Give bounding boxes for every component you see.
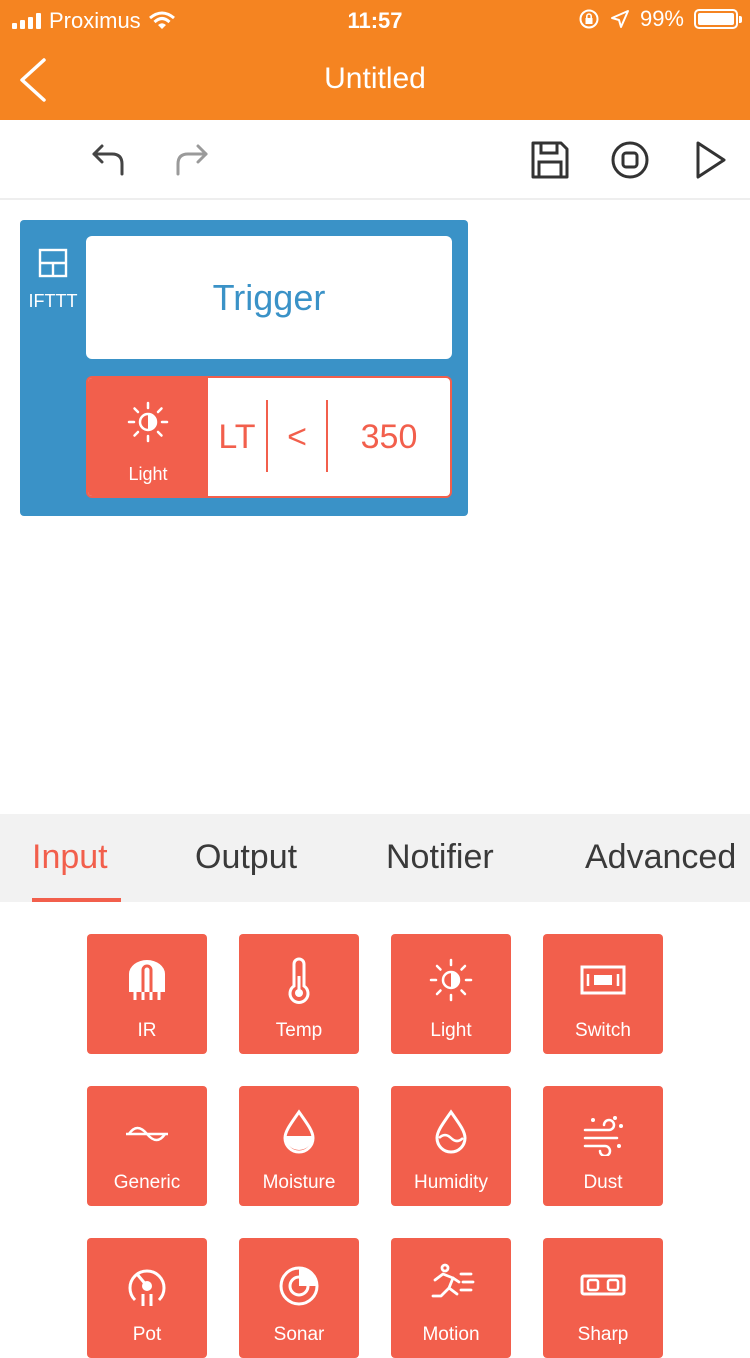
play-button[interactable] bbox=[690, 138, 734, 182]
redo-icon bbox=[176, 144, 208, 176]
sensor-tile-pot[interactable]: Pot bbox=[87, 1238, 207, 1358]
switch-icon bbox=[580, 965, 626, 995]
ifttt-block[interactable]: IFTTT Trigger Light LT < 350 bbox=[20, 220, 468, 516]
undo-button[interactable] bbox=[88, 138, 132, 182]
tab-input[interactable]: Input bbox=[32, 838, 108, 877]
ifttt-label: IFTTT bbox=[28, 291, 78, 311]
top-bar: Proximus 11:57 99% Untitled bbox=[0, 0, 750, 120]
sensor-label: Pot bbox=[132, 1324, 162, 1345]
status-bar: Proximus 11:57 99% bbox=[0, 0, 750, 40]
sensor-tile-sonar[interactable]: Sonar bbox=[239, 1238, 359, 1358]
play-icon bbox=[696, 141, 726, 179]
thermometer-icon bbox=[288, 957, 310, 1004]
sensor-tile-sharp[interactable]: Sharp bbox=[543, 1238, 663, 1358]
battery-percent: 99% bbox=[639, 6, 684, 31]
light-condition[interactable]: Light LT < 350 bbox=[86, 376, 452, 498]
save-button[interactable] bbox=[528, 138, 572, 182]
sun-icon bbox=[429, 958, 473, 1002]
motion-icon bbox=[431, 1263, 475, 1298]
status-right: 99% bbox=[578, 6, 742, 32]
sensor-label: Sharp bbox=[577, 1324, 629, 1345]
sensor-label: IR bbox=[137, 1020, 157, 1041]
tab-output[interactable]: Output bbox=[195, 838, 297, 877]
sensor-tile-generic[interactable]: Generic bbox=[87, 1086, 207, 1206]
trigger-label: Trigger bbox=[212, 276, 326, 318]
sensor-tile-ir[interactable]: IR bbox=[87, 934, 207, 1054]
ifttt-grid-icon bbox=[38, 248, 68, 278]
sensor-tile-dust[interactable]: Dust bbox=[543, 1086, 663, 1206]
sensor-label: Light bbox=[430, 1020, 472, 1041]
sensor-label: Switch bbox=[575, 1020, 631, 1041]
sharp-icon bbox=[580, 1274, 626, 1296]
condition-sensor-label: Light bbox=[128, 464, 168, 484]
sensor-tile-moisture[interactable]: Moisture bbox=[239, 1086, 359, 1206]
humidity-drop-icon bbox=[435, 1109, 467, 1154]
sensor-tile-motion[interactable]: Motion bbox=[391, 1238, 511, 1358]
active-tab-indicator bbox=[32, 898, 121, 902]
redo-button[interactable] bbox=[168, 138, 212, 182]
sensor-label: Humidity bbox=[414, 1172, 488, 1193]
editor-toolbar bbox=[0, 120, 750, 200]
sensor-tile-humidity[interactable]: Humidity bbox=[391, 1086, 511, 1206]
location-icon bbox=[610, 10, 629, 28]
condition-value[interactable]: 350 bbox=[328, 378, 450, 496]
sensor-tile-light[interactable]: Light bbox=[391, 934, 511, 1054]
undo-icon bbox=[92, 144, 124, 176]
wave-icon bbox=[126, 1126, 168, 1142]
tab-notifier[interactable]: Notifier bbox=[386, 838, 494, 877]
drop-icon bbox=[283, 1109, 315, 1154]
sensor-label: Moisture bbox=[262, 1172, 336, 1193]
tab-advanced[interactable]: Advanced bbox=[585, 838, 736, 877]
category-tabs: Input Output Notifier Advanced bbox=[0, 814, 750, 902]
save-icon bbox=[531, 141, 569, 179]
condition-mode[interactable]: LT bbox=[208, 378, 266, 496]
dust-icon bbox=[583, 1116, 623, 1156]
sensor-label: Dust bbox=[583, 1172, 623, 1193]
condition-operator[interactable]: < bbox=[268, 378, 326, 496]
condition-sensor[interactable]: Light bbox=[88, 378, 208, 496]
sensor-tile-switch[interactable]: Switch bbox=[543, 934, 663, 1054]
sensor-tile-temp[interactable]: Temp bbox=[239, 934, 359, 1054]
sensor-label: Sonar bbox=[273, 1324, 325, 1345]
page-title: Untitled bbox=[324, 62, 426, 95]
sensor-label: Motion bbox=[422, 1324, 480, 1345]
ir-icon bbox=[129, 960, 165, 1000]
sensor-label: Generic bbox=[113, 1172, 181, 1193]
sensor-label: Temp bbox=[275, 1020, 323, 1041]
trigger-slot[interactable]: Trigger bbox=[86, 236, 452, 359]
stop-button[interactable] bbox=[608, 138, 652, 182]
sun-icon bbox=[127, 401, 169, 443]
sonar-icon bbox=[279, 1266, 319, 1306]
stop-icon bbox=[611, 141, 649, 179]
potentiometer-icon bbox=[128, 1269, 166, 1306]
rotation-lock-icon bbox=[579, 9, 599, 29]
battery-icon bbox=[694, 9, 742, 29]
